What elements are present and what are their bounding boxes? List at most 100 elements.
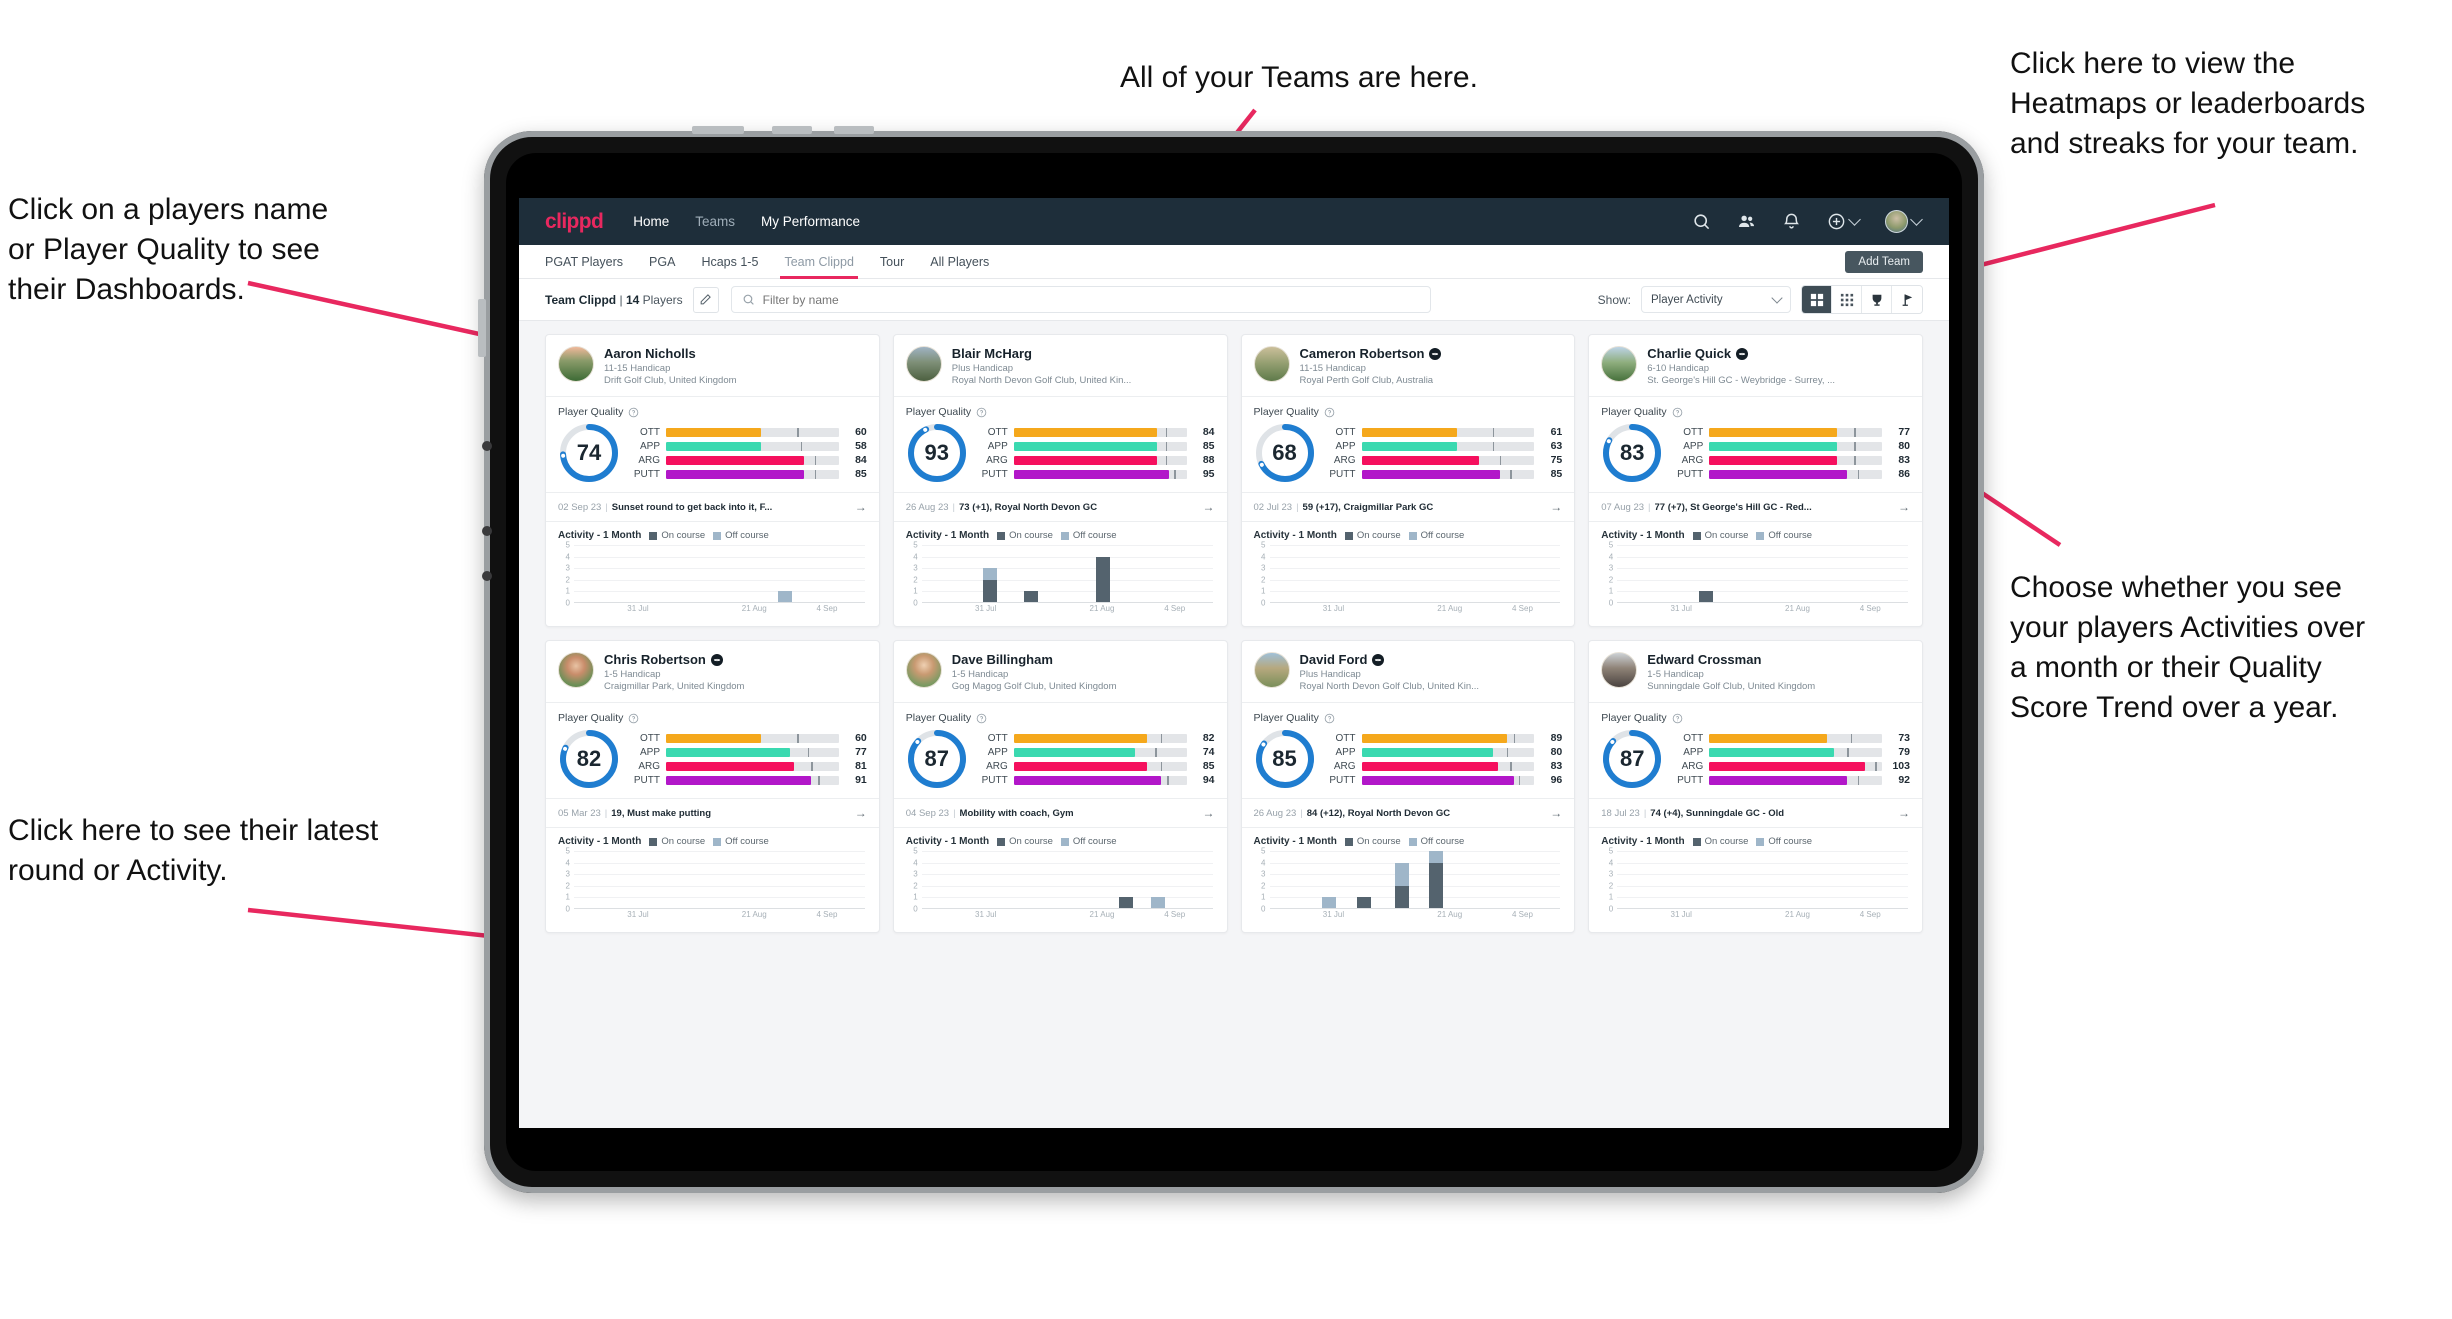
search-field[interactable] xyxy=(730,286,1431,313)
edit-team-button[interactable] xyxy=(692,286,719,313)
player-card[interactable]: Edward Crossman 1-5 Handicap Sunningdale… xyxy=(1588,640,1923,933)
activity-section: Activity - 1 Month On course Off course … xyxy=(894,522,1227,626)
player-quality-section[interactable]: Player Quality 87 OTT 73 APP 79 ARG 103 … xyxy=(1589,703,1922,799)
arrow-right-icon[interactable]: → xyxy=(1197,806,1215,820)
view-grid-dense-button[interactable] xyxy=(1832,286,1862,313)
player-card[interactable]: Charlie Quick 6-10 Handicap St. George's… xyxy=(1588,334,1923,627)
player-card-header[interactable]: Blair McHarg Plus Handicap Royal North D… xyxy=(893,335,1227,397)
player-card[interactable]: Dave Billingham 1-5 Handicap Gog Magog G… xyxy=(892,640,1228,933)
bar-segment-on-course xyxy=(982,579,997,603)
metric-row: ARG 85 xyxy=(978,760,1214,772)
player-quality-section[interactable]: Player Quality 85 OTT 89 APP 80 ARG 83 P… xyxy=(1241,703,1575,799)
user-menu[interactable] xyxy=(1885,210,1923,233)
arrow-right-icon[interactable]: → xyxy=(849,806,867,820)
player-card-header[interactable]: David Ford Plus Handicap Royal North Dev… xyxy=(1241,641,1575,703)
player-card[interactable]: Cameron Robertson 11-15 Handicap Royal P… xyxy=(1240,334,1576,627)
view-course-button[interactable] xyxy=(1892,286,1922,313)
power-button[interactable] xyxy=(692,126,744,134)
metric-bar-fill xyxy=(1013,455,1158,465)
arrow-right-icon[interactable]: → xyxy=(1892,806,1910,820)
player-name[interactable]: Cameron Robertson xyxy=(1300,346,1442,361)
tab-pgat-players[interactable]: PGAT Players xyxy=(545,245,623,279)
plus-circle-icon[interactable] xyxy=(1827,212,1846,231)
gridline xyxy=(1269,568,1561,570)
help-circle-icon[interactable] xyxy=(628,407,639,418)
nav-link-teams[interactable]: Teams xyxy=(695,214,735,229)
tab-hcaps-1-5[interactable]: Hcaps 1-5 xyxy=(701,245,758,279)
volume-up-button[interactable] xyxy=(772,126,812,134)
latest-activity-row[interactable]: 26 Aug 23 | 84 (+12), Royal North Devon … xyxy=(1241,799,1575,828)
latest-activity-row[interactable]: 05 Mar 23 | 19, Must make putting → xyxy=(546,799,879,828)
tab-tour[interactable]: Tour xyxy=(880,245,904,279)
clippd-logo[interactable]: clippd xyxy=(545,210,604,234)
tab-all-players[interactable]: All Players xyxy=(930,245,989,279)
player-card-header[interactable]: Dave Billingham 1-5 Handicap Gog Magog G… xyxy=(893,641,1227,703)
metric-bar-tick xyxy=(797,427,799,437)
player-quality-section[interactable]: Player Quality 82 OTT 60 APP 77 ARG 81 P… xyxy=(546,703,879,799)
player-name[interactable]: Blair McHarg xyxy=(952,346,1132,361)
player-name[interactable]: Edward Crossman xyxy=(1647,652,1815,667)
bell-icon[interactable] xyxy=(1782,212,1801,231)
player-card[interactable]: Aaron Nicholls 11-15 Handicap Drift Golf… xyxy=(545,334,880,627)
latest-activity-row[interactable]: 26 Aug 23 | 73 (+1), Royal North Devon G… xyxy=(893,493,1227,522)
arrow-right-icon[interactable]: → xyxy=(1544,500,1562,514)
latest-activity-row[interactable]: 18 Jul 23 | 74 (+4), Sunningdale GC - Ol… xyxy=(1589,799,1922,828)
player-name[interactable]: Charlie Quick xyxy=(1647,346,1835,361)
people-icon[interactable] xyxy=(1737,212,1756,231)
help-circle-icon[interactable] xyxy=(1672,713,1683,724)
player-card[interactable]: Blair McHarg Plus Handicap Royal North D… xyxy=(892,334,1228,627)
nav-link-my-performance[interactable]: My Performance xyxy=(761,214,860,229)
metric-bar xyxy=(1361,733,1535,743)
volume-down-button[interactable] xyxy=(834,126,874,134)
axis-baseline xyxy=(1269,908,1561,909)
tab-pga[interactable]: PGA xyxy=(649,245,675,279)
legend-off-course: Off course xyxy=(1060,530,1117,541)
help-circle-icon[interactable] xyxy=(1324,407,1335,418)
help-circle-icon[interactable] xyxy=(976,713,987,724)
help-circle-icon[interactable] xyxy=(628,713,639,724)
arrow-right-icon[interactable]: → xyxy=(849,500,867,514)
player-card-header[interactable]: Chris Robertson 1-5 Handicap Craigmillar… xyxy=(546,641,879,703)
latest-activity-row[interactable]: 04 Sep 23 | Mobility with coach, Gym → xyxy=(893,799,1227,828)
player-quality-section[interactable]: Player Quality 93 OTT 84 APP 85 ARG 88 P… xyxy=(893,397,1227,493)
player-quality-body: 93 OTT 84 APP 85 ARG 88 PUTT 95 xyxy=(906,422,1215,484)
player-quality-section[interactable]: Player Quality 87 OTT 82 APP 74 ARG 85 P… xyxy=(893,703,1227,799)
metric-value: 84 xyxy=(855,454,867,466)
search-input[interactable] xyxy=(762,292,1420,307)
help-circle-icon[interactable] xyxy=(1672,407,1683,418)
player-name[interactable]: Dave Billingham xyxy=(952,652,1117,667)
view-leaderboard-button[interactable] xyxy=(1862,286,1892,313)
player-card-header[interactable]: Edward Crossman 1-5 Handicap Sunningdale… xyxy=(1589,641,1922,703)
player-name[interactable]: David Ford xyxy=(1300,652,1480,667)
nav-link-home[interactable]: Home xyxy=(633,214,669,229)
player-quality-section[interactable]: Player Quality 68 OTT 61 APP 63 ARG 75 P… xyxy=(1241,397,1575,493)
player-card-header[interactable]: Cameron Robertson 11-15 Handicap Royal P… xyxy=(1241,335,1575,397)
player-card[interactable]: David Ford Plus Handicap Royal North Dev… xyxy=(1240,640,1576,933)
player-card-header[interactable]: Aaron Nicholls 11-15 Handicap Drift Golf… xyxy=(546,335,879,397)
view-grid-large-button[interactable] xyxy=(1802,286,1832,313)
tab-team-clippd[interactable]: Team Clippd xyxy=(780,245,859,279)
arrow-right-icon[interactable]: → xyxy=(1892,500,1910,514)
help-circle-icon[interactable] xyxy=(976,407,987,418)
latest-activity-row[interactable]: 02 Sep 23 | Sunset round to get back int… xyxy=(546,493,879,522)
latest-activity-row[interactable]: 07 Aug 23 | 77 (+7), St George's Hill GC… xyxy=(1589,493,1922,522)
arrow-right-icon[interactable]: → xyxy=(1544,806,1562,820)
metric-bar-tick xyxy=(1165,427,1168,437)
show-select[interactable]: Player Activity xyxy=(1641,286,1791,313)
avatar[interactable] xyxy=(1885,210,1908,233)
axis-baseline xyxy=(1617,602,1908,603)
player-card[interactable]: Chris Robertson 1-5 Handicap Craigmillar… xyxy=(545,640,880,933)
player-name[interactable]: Chris Robertson xyxy=(604,652,744,667)
create-menu[interactable] xyxy=(1827,212,1861,231)
player-card-header[interactable]: Charlie Quick 6-10 Handicap St. George's… xyxy=(1589,335,1922,397)
help-circle-icon[interactable] xyxy=(1324,713,1335,724)
player-quality-section[interactable]: Player Quality 83 OTT 77 APP 80 ARG 83 P… xyxy=(1589,397,1922,493)
side-button[interactable] xyxy=(478,299,486,357)
player-quality-section[interactable]: Player Quality 74 OTT 60 APP 58 ARG 84 P… xyxy=(546,397,879,493)
y-axis-label: 4 xyxy=(1608,858,1614,868)
latest-activity-row[interactable]: 02 Jul 23 | 59 (+17), Craigmillar Park G… xyxy=(1241,493,1575,522)
player-name[interactable]: Aaron Nicholls xyxy=(604,346,737,361)
arrow-right-icon[interactable]: → xyxy=(1197,500,1215,514)
search-icon[interactable] xyxy=(1692,212,1711,231)
add-team-button[interactable]: Add Team xyxy=(1845,250,1923,273)
